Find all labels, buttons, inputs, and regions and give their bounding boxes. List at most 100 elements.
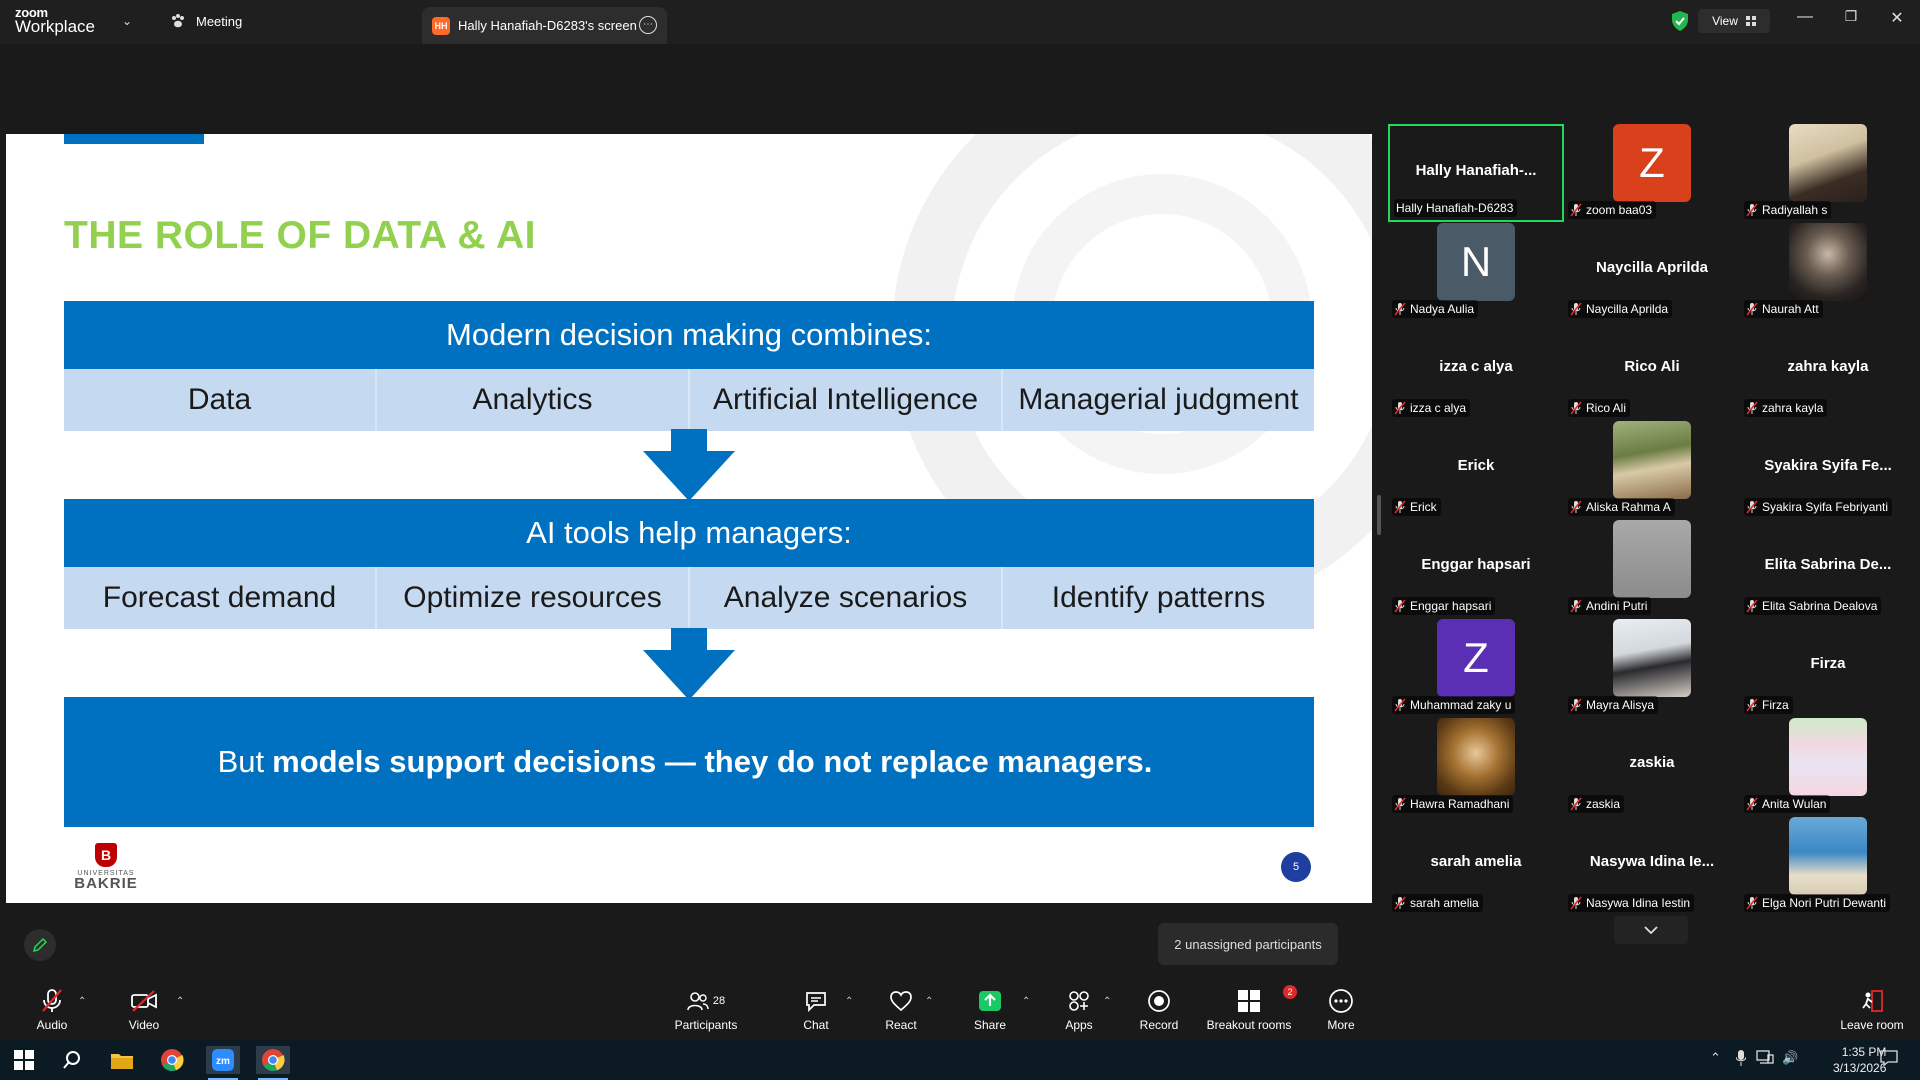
mic-muted-icon	[1570, 500, 1582, 514]
audio-button[interactable]: Audio	[12, 988, 92, 1032]
logo-bakrie: BAKRIE	[74, 875, 138, 892]
screen-share-tab[interactable]: HH Hally Hanafiah-D6283's screen ⋯	[422, 7, 667, 44]
heart-icon	[890, 991, 912, 1012]
leave-icon	[1862, 990, 1883, 1012]
shield-icon[interactable]	[1670, 10, 1690, 32]
participant-tile[interactable]: Firza Firza	[1740, 619, 1916, 717]
grid-scroll-down-button[interactable]	[1614, 916, 1688, 944]
view-button[interactable]: View	[1698, 9, 1770, 33]
participant-tile[interactable]: Elita Sabrina De... Elita Sabrina Dealova	[1740, 520, 1916, 618]
react-button[interactable]: React	[861, 988, 941, 1032]
apps-button[interactable]: Apps	[1039, 988, 1119, 1032]
participant-name: Anita Wulan	[1762, 797, 1827, 811]
participant-tile[interactable]: Naurah Att	[1740, 223, 1916, 321]
participant-name: Erick	[1410, 500, 1437, 514]
mic-muted-icon	[1746, 203, 1758, 217]
tray-mic-icon[interactable]	[1735, 1050, 1747, 1069]
participant-display-name: Naycilla Aprilda	[1596, 259, 1708, 276]
mic-muted-icon	[1394, 797, 1406, 811]
participants-button[interactable]: 28 Participants	[666, 988, 746, 1032]
split-resize-handle[interactable]	[1377, 495, 1381, 535]
file-explorer-icon[interactable]	[108, 1046, 136, 1074]
participants-label: Participants	[674, 1018, 738, 1032]
clock-time: 1:35 PM	[1841, 1045, 1887, 1059]
participant-name: izza c alya	[1410, 401, 1467, 415]
participant-tile[interactable]: N Nadya Aulia	[1388, 223, 1564, 321]
participant-tile[interactable]: Syakira Syifa Fe... Syakira Syifa Febriya…	[1740, 421, 1916, 519]
meeting-tab[interactable]: Meeting	[170, 13, 242, 29]
more-icon[interactable]: ⋯	[639, 16, 657, 34]
more-button[interactable]: More	[1301, 988, 1381, 1032]
participant-name: Enggar hapsari	[1410, 599, 1492, 613]
participant-name-tag: sarah amelia	[1392, 894, 1483, 912]
windows-start-icon[interactable]	[10, 1046, 38, 1074]
mic-muted-icon	[1570, 302, 1582, 316]
participant-tile[interactable]: Hally Hanafiah-... Hally Hanafiah-D6283	[1388, 124, 1564, 222]
video-options-caret-icon[interactable]: ⌃	[176, 996, 184, 1007]
participant-tile[interactable]: Erick Erick	[1388, 421, 1564, 519]
chat-options-caret-icon[interactable]: ⌃	[845, 996, 853, 1007]
participant-tile[interactable]: Enggar hapsari Enggar hapsari	[1388, 520, 1564, 618]
shared-screen: THE ROLE OF DATA & AI Modern decision ma…	[6, 134, 1372, 903]
tray-chevron-icon[interactable]: ⌃	[1710, 1050, 1721, 1066]
mic-muted-icon	[1746, 302, 1758, 316]
participant-name: zoom baa03	[1586, 203, 1653, 217]
participant-tile[interactable]: Naycilla Aprilda Naycilla Aprilda	[1564, 223, 1740, 321]
participant-tile[interactable]: Radiyallah s	[1740, 124, 1916, 222]
chevron-down-icon[interactable]: ⌄	[122, 14, 132, 28]
participant-video	[1789, 223, 1867, 301]
share-button[interactable]: Share	[950, 988, 1030, 1032]
audio-options-caret-icon[interactable]: ⌃	[78, 996, 86, 1007]
crest-icon: B	[95, 843, 117, 867]
participant-tile[interactable]: Anita Wulan	[1740, 718, 1916, 816]
participant-tile[interactable]: sarah amelia sarah amelia	[1388, 817, 1564, 915]
search-icon[interactable]	[58, 1046, 86, 1074]
share-options-caret-icon[interactable]: ⌃	[1022, 996, 1030, 1007]
participant-name: Radiyallah s	[1762, 203, 1828, 217]
participant-name-tag: Hawra Ramadhani	[1392, 795, 1514, 813]
chrome-window-icon[interactable]	[256, 1046, 290, 1074]
leave-label: Leave room	[1840, 1018, 1904, 1032]
participant-tile[interactable]: izza c alya izza c alya	[1388, 322, 1564, 420]
record-button[interactable]: Record	[1119, 988, 1199, 1032]
participant-tile[interactable]: zahra kayla zahra kayla	[1740, 322, 1916, 420]
minimize-icon[interactable]: —	[1790, 8, 1820, 26]
participant-display-name: Rico Ali	[1624, 358, 1680, 375]
taskbar-clock[interactable]: 1:35 PM 3/13/2026	[1833, 1044, 1886, 1076]
chat-button[interactable]: Chat	[776, 988, 856, 1032]
apps-options-caret-icon[interactable]: ⌃	[1103, 996, 1111, 1007]
university-logo: B UNIVERSITAS BAKRIE	[70, 843, 142, 892]
breakout-rooms-button[interactable]: 2 Breakout rooms	[1199, 985, 1299, 1032]
zoom-taskbar-icon[interactable]: zm	[206, 1046, 240, 1074]
participant-tile[interactable]: Andini Putri	[1564, 520, 1740, 618]
annotate-button[interactable]	[24, 929, 56, 961]
notifications-icon[interactable]	[1880, 1050, 1898, 1069]
restore-icon[interactable]: ❐	[1836, 8, 1866, 25]
participant-tile[interactable]: Rico Ali Rico Ali	[1564, 322, 1740, 420]
participant-tile[interactable]: Elga Nori Putri Dewanti	[1740, 817, 1916, 915]
mic-muted-icon	[1394, 599, 1406, 613]
leave-room-button[interactable]: Leave room	[1830, 988, 1914, 1032]
tab-title: Hally Hanafiah-D6283's screen	[458, 18, 637, 33]
participant-tile[interactable]: Mayra Alisya	[1564, 619, 1740, 717]
participant-tile[interactable]: zaskia zaskia	[1564, 718, 1740, 816]
participant-tile[interactable]: Hawra Ramadhani	[1388, 718, 1564, 816]
logo-line2: Workplace	[15, 17, 95, 36]
participant-tile[interactable]: Aliska Rahma A	[1564, 421, 1740, 519]
participant-tile[interactable]: Nasywa Idina Ie... Nasywa Idina Iestin	[1564, 817, 1740, 915]
conclusion-box: But models support decisions — they do n…	[64, 697, 1314, 827]
video-button[interactable]: Video	[104, 988, 184, 1032]
close-icon[interactable]: ✕	[1882, 8, 1912, 28]
react-options-caret-icon[interactable]: ⌃	[925, 996, 933, 1007]
volume-icon[interactable]: 🔊	[1782, 1050, 1798, 1066]
participant-tile[interactable]: Z Muhammad zaky u	[1388, 619, 1564, 717]
chat-label: Chat	[803, 1018, 829, 1032]
participant-name: Hally Hanafiah-D6283	[1396, 201, 1514, 215]
more-icon	[1329, 989, 1353, 1013]
apps-icon	[1069, 991, 1089, 1011]
mic-muted-icon	[1394, 698, 1406, 712]
network-icon[interactable]	[1756, 1050, 1774, 1067]
chrome-icon[interactable]	[158, 1046, 186, 1074]
avatar: N	[1437, 223, 1515, 301]
participant-tile[interactable]: Zzoom baa03	[1564, 124, 1740, 222]
